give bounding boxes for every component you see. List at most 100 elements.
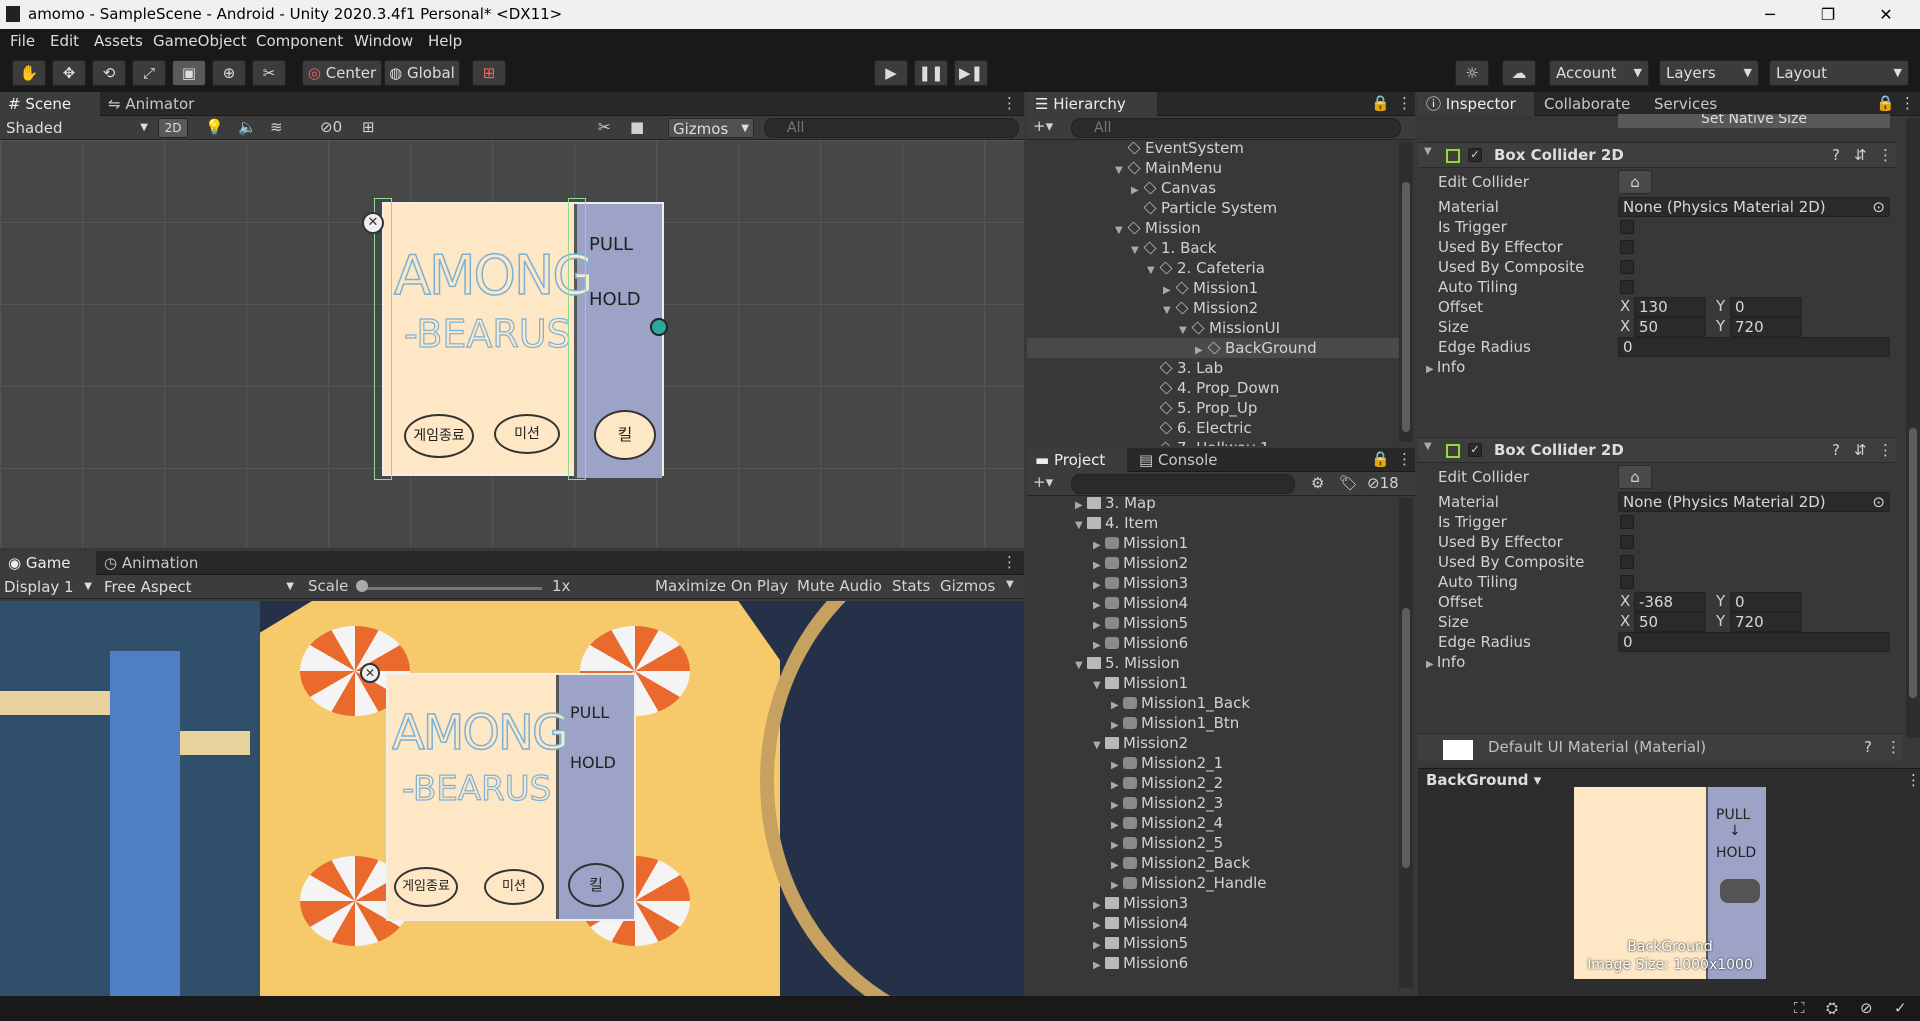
- lighting-icon[interactable]: 💡: [205, 118, 224, 136]
- scene-viewport[interactable]: AMONG -BEARUS PULL HOLD 게임종료 미션 킬 ✕: [0, 140, 1024, 548]
- effects-icon[interactable]: ≋: [270, 118, 283, 136]
- info-foldout[interactable]: ▶ Info: [1426, 357, 1465, 377]
- minimize-button[interactable]: ─: [1741, 0, 1799, 29]
- menu-gameobject[interactable]: GameObject: [153, 32, 247, 50]
- project-scrollbar[interactable]: [1399, 498, 1413, 988]
- chevron-down-icon[interactable]: ▼: [1424, 441, 1432, 452]
- offset-y-field[interactable]: 0: [1730, 592, 1802, 612]
- mission-button[interactable]: 미션: [494, 414, 560, 454]
- tools-icon[interactable]: ✂: [598, 118, 611, 136]
- kill-button[interactable]: 킬: [568, 863, 624, 907]
- mute-audio-toggle[interactable]: Mute Audio: [797, 577, 882, 595]
- account-dropdown[interactable]: Account ▼: [1549, 60, 1649, 86]
- more-options-icon[interactable]: ⋮: [1397, 450, 1412, 468]
- help-icon[interactable]: ?: [1832, 146, 1840, 164]
- tab-animator[interactable]: ⇋ Animator: [100, 92, 202, 116]
- box-collider-header[interactable]: ▼ ✓ Box Collider 2D ? ⇵ ⋮: [1418, 142, 1896, 168]
- preset-icon[interactable]: ⇵: [1854, 441, 1867, 459]
- audio-icon[interactable]: 🔈: [238, 118, 257, 136]
- is-trigger-checkbox[interactable]: [1620, 220, 1634, 234]
- scene-search-input[interactable]: All: [764, 118, 1019, 138]
- play-button[interactable]: ▶: [874, 60, 908, 86]
- project-item[interactable]: ▶ Mission1: [1027, 533, 1399, 553]
- preset-icon[interactable]: ⇵: [1854, 146, 1867, 164]
- material-field[interactable]: None (Physics Material 2D) ⊙: [1618, 197, 1890, 217]
- project-item[interactable]: ▶ Mission2_Back: [1027, 853, 1399, 873]
- project-item[interactable]: ▶ Mission2: [1027, 553, 1399, 573]
- game-gizmos-toggle[interactable]: Gizmos: [940, 577, 995, 595]
- object-picker-icon[interactable]: ⊙: [1872, 493, 1885, 512]
- hierarchy-item[interactable]: 3. Lab: [1027, 358, 1399, 378]
- step-button[interactable]: ▶❚: [954, 60, 988, 86]
- used-by-effector-checkbox[interactable]: [1620, 240, 1634, 254]
- preview-object-dropdown[interactable]: BackGround ▾: [1426, 771, 1541, 789]
- filter-label-icon[interactable]: 🏷: [1339, 474, 1358, 492]
- tab-hierarchy[interactable]: ☰ Hierarchy: [1027, 92, 1157, 116]
- hierarchy-item[interactable]: ▶ Canvas: [1027, 178, 1399, 198]
- add-icon[interactable]: +▾: [1033, 117, 1053, 135]
- tab-console[interactable]: ▤ Console: [1131, 448, 1226, 472]
- size-x-field[interactable]: 50: [1634, 317, 1706, 337]
- gizmos-dropdown[interactable]: Gizmos ▼: [668, 118, 754, 138]
- tab-project[interactable]: ▬ Project: [1027, 448, 1127, 472]
- game-viewport[interactable]: AMONG -BEARUS PULL HOLD 게임종료 미션 킬 ✕: [0, 601, 1024, 996]
- project-item[interactable]: ▶ Mission1_Back: [1027, 693, 1399, 713]
- set-native-size-button[interactable]: Set Native Size: [1618, 114, 1890, 128]
- maximize-button[interactable]: ❐: [1799, 0, 1857, 29]
- more-options-icon[interactable]: ⋮: [1002, 94, 1017, 112]
- hierarchy-search-input[interactable]: All: [1071, 118, 1401, 138]
- tab-animation[interactable]: ◷ Animation: [96, 551, 206, 575]
- menu-edit[interactable]: Edit: [50, 32, 79, 50]
- project-item[interactable]: ▶ Mission2_2: [1027, 773, 1399, 793]
- lock-icon[interactable]: 🔒: [1876, 94, 1895, 112]
- edge-radius-field[interactable]: 0: [1618, 337, 1890, 357]
- scale-slider-thumb[interactable]: [356, 580, 368, 592]
- hierarchy-item[interactable]: ▼ 2. Cafeteria: [1027, 258, 1399, 278]
- menu-file[interactable]: File: [10, 32, 35, 50]
- add-icon[interactable]: +▾: [1033, 473, 1053, 491]
- hierarchy-item[interactable]: ▶ BackGround: [1027, 338, 1399, 358]
- maximize-on-play-toggle[interactable]: Maximize On Play: [655, 577, 788, 595]
- kill-button[interactable]: 킬: [594, 410, 656, 460]
- auto-tiling-checkbox[interactable]: [1620, 280, 1634, 294]
- project-item[interactable]: ▶ Mission5: [1027, 933, 1399, 953]
- box-collider-header[interactable]: ▼ ✓ Box Collider 2D ? ⇵ ⋮: [1418, 437, 1896, 463]
- menu-component[interactable]: Component: [256, 32, 343, 50]
- hierarchy-item[interactable]: ▼ MainMenu: [1027, 158, 1399, 178]
- hierarchy-item[interactable]: 4. Prop_Down: [1027, 378, 1399, 398]
- project-item[interactable]: ▶ Mission6: [1027, 953, 1399, 973]
- menu-help[interactable]: Help: [428, 32, 462, 50]
- project-item[interactable]: ▶ Mission3: [1027, 573, 1399, 593]
- scale-slider[interactable]: [360, 587, 542, 590]
- edit-collider-button[interactable]: ⌂: [1618, 170, 1652, 194]
- hierarchy-scrollbar[interactable]: [1399, 142, 1413, 442]
- project-item[interactable]: ▼ 5. Mission: [1027, 653, 1399, 673]
- pause-button[interactable]: ❚❚: [914, 60, 948, 86]
- used-by-effector-checkbox[interactable]: [1620, 535, 1634, 549]
- more-options-icon[interactable]: ⋮: [1906, 771, 1920, 789]
- more-options-icon[interactable]: ⋮: [1886, 738, 1901, 756]
- bug-icon[interactable]: ⛭: [1826, 999, 1838, 1017]
- project-item[interactable]: ▶ Mission6: [1027, 633, 1399, 653]
- more-options-icon[interactable]: ⋮: [1900, 94, 1915, 112]
- light-icon[interactable]: ☼: [1455, 60, 1489, 86]
- project-item[interactable]: ▶ Mission4: [1027, 913, 1399, 933]
- size-y-field[interactable]: 720: [1730, 612, 1802, 632]
- 2d-toggle[interactable]: 2D: [158, 118, 188, 138]
- mission-background-sprite[interactable]: AMONG -BEARUS PULL HOLD 게임종료 미션 킬: [382, 202, 664, 478]
- help-icon[interactable]: ?: [1864, 738, 1872, 756]
- hierarchy-item[interactable]: 7. Hallway 1: [1027, 438, 1399, 446]
- help-icon[interactable]: ?: [1832, 441, 1840, 459]
- project-item[interactable]: ▶ Mission2_5: [1027, 833, 1399, 853]
- hidden-packages-icon[interactable]: ⊘18: [1367, 474, 1399, 492]
- grid-snap-icon[interactable]: ⊞: [362, 118, 375, 136]
- pivot-center-button[interactable]: ◎ Center: [302, 60, 382, 86]
- project-item[interactable]: ▶ Mission2_1: [1027, 753, 1399, 773]
- tab-inspector[interactable]: ⓘ Inspector: [1418, 92, 1534, 116]
- project-item[interactable]: ▶ Mission2_3: [1027, 793, 1399, 813]
- size-y-field[interactable]: 720: [1730, 317, 1802, 337]
- tab-game[interactable]: ◉ Game: [0, 551, 96, 575]
- project-item[interactable]: ▶ Mission4: [1027, 593, 1399, 613]
- move-tool-icon[interactable]: ✥: [52, 60, 86, 86]
- project-item[interactable]: ▶ Mission1_Btn: [1027, 713, 1399, 733]
